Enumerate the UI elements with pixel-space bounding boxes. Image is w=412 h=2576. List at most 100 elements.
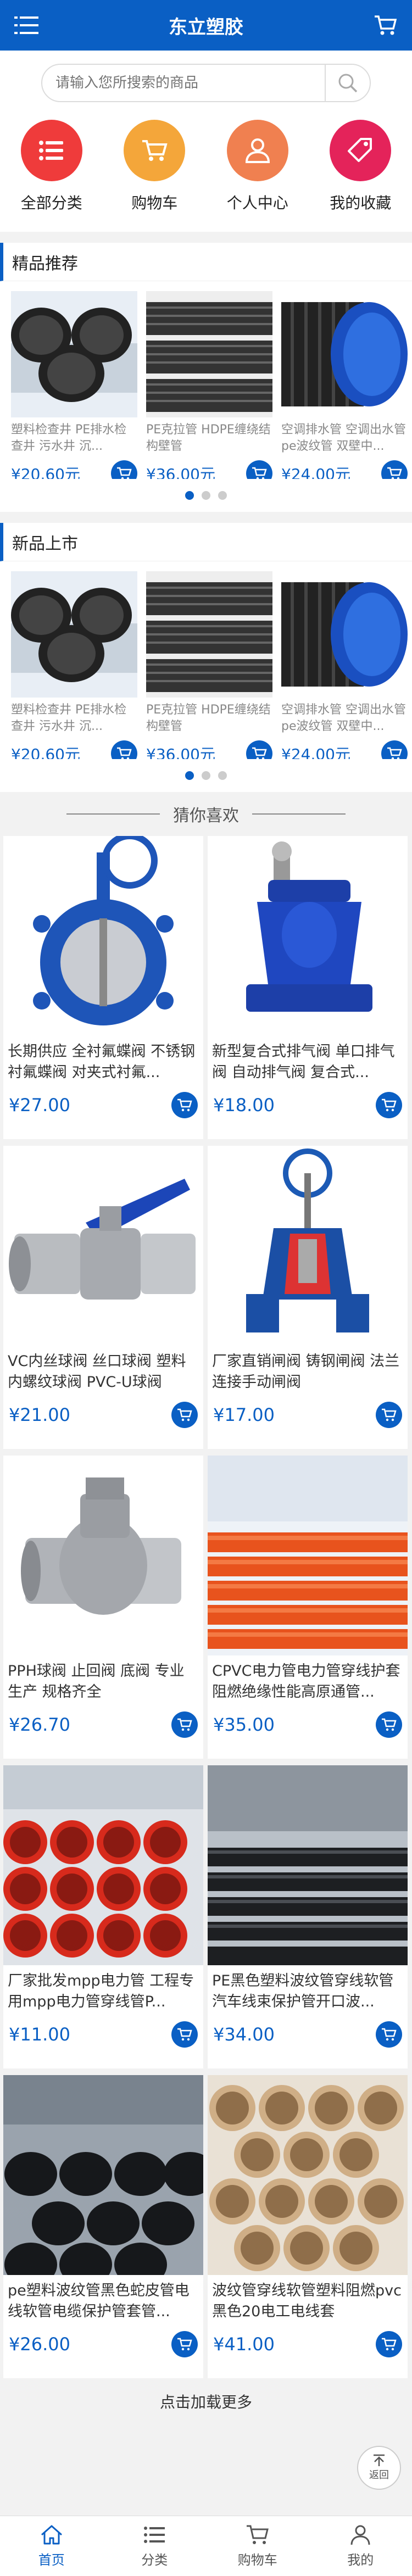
quick-all-categories[interactable]: 全部分类: [10, 120, 93, 213]
product-price: ¥27.00: [9, 1095, 70, 1116]
product-price: ¥11.00: [9, 2024, 70, 2045]
product-name: 塑料检查井 PE排水检查井 污水井 沉...: [11, 423, 127, 453]
product-image: [146, 571, 272, 698]
quick-profile[interactable]: 个人中心: [216, 120, 299, 213]
product-price: ¥24.00元: [281, 745, 350, 759]
cart-icon: [382, 1408, 397, 1421]
product-image: [208, 836, 408, 1036]
slider-dot[interactable]: [218, 491, 227, 500]
search-box: [41, 64, 371, 102]
product-name: CPVC电力管电力管穿线护套阻燃绝缘性能高原通管...: [212, 1663, 400, 1700]
product-card[interactable]: 厂家直销闸阀 铸钢闸阀 法兰连接手动闸阀 ¥17.00: [208, 1146, 408, 1449]
product-card[interactable]: CPVC电力管电力管穿线护套阻燃绝缘性能高原通管... ¥35.00: [208, 1456, 408, 1759]
tab-mine[interactable]: 我的: [319, 2524, 402, 2568]
tab-label: 购物车: [237, 2552, 277, 2568]
add-to-cart-button[interactable]: [246, 740, 272, 759]
add-to-cart-button[interactable]: [376, 1711, 402, 1738]
cart-icon: [382, 1718, 397, 1731]
product-name: 新型复合式排气阀 单口排气阀 自动排气阀 复合式...: [212, 1043, 395, 1081]
slider-dot[interactable]: [202, 771, 210, 780]
add-to-cart-button[interactable]: [381, 740, 408, 759]
cart-icon: [382, 2338, 397, 2351]
add-to-cart-button[interactable]: [171, 1092, 198, 1118]
cart-icon[interactable]: [374, 14, 398, 36]
add-to-cart-button[interactable]: [376, 1092, 402, 1118]
cart-icon: [387, 467, 402, 479]
product-image: [11, 291, 137, 417]
product-card[interactable]: VC内丝球阀 丝口球阀 塑料内螺纹球阀 PVC-U球阀 ¥21.00: [3, 1146, 203, 1449]
product-image: [3, 1765, 203, 1965]
section-title: 精品推荐: [0, 243, 412, 281]
tab-home[interactable]: 首页: [10, 2524, 93, 2568]
product-card[interactable]: 塑料检查井 PE排水检查井 污水井 沉... ¥20.60元: [11, 291, 137, 479]
product-name: PE克拉管 HDPE缠绕结构壁管: [146, 423, 271, 453]
slider-dot[interactable]: [202, 491, 210, 500]
slider-dots: [0, 479, 412, 512]
slider-dot[interactable]: [185, 771, 194, 780]
product-card[interactable]: 长期供应 全衬氟蝶阀 不锈钢衬氟蝶阀 对夹式衬氟... ¥27.00: [3, 836, 203, 1139]
add-to-cart-button[interactable]: [171, 2331, 198, 2357]
quick-cart[interactable]: 购物车: [113, 120, 196, 213]
menu-icon[interactable]: [14, 15, 38, 35]
product-card[interactable]: 空调排水管 空调出水管pe波纹管 双壁中... ¥24.00元: [281, 291, 408, 479]
top-header: 东立塑胶: [0, 0, 412, 51]
tab-label: 分类: [141, 2552, 168, 2568]
search-button[interactable]: [325, 65, 370, 101]
product-card[interactable]: PE克拉管 HDPE缠绕结构壁管 ¥36.00元: [146, 571, 272, 759]
product-card[interactable]: PE克拉管 HDPE缠绕结构壁管 ¥36.00元: [146, 291, 272, 479]
product-card[interactable]: pe塑料波纹管黑色蛇皮管电线软管电缆保护管套管... ¥26.00: [3, 2075, 203, 2378]
arrow-up-icon: [374, 2454, 385, 2466]
cart-icon: [177, 1718, 192, 1731]
add-to-cart-button[interactable]: [376, 2331, 402, 2357]
product-card[interactable]: 新型复合式排气阀 单口排气阀 自动排气阀 复合式... ¥18.00: [208, 836, 408, 1139]
product-image: [146, 291, 272, 417]
cart-icon: [382, 2028, 397, 2041]
product-name: PPH球阀 止回阀 底阀 专业生产 规格齐全: [8, 1663, 185, 1700]
add-to-cart-button[interactable]: [111, 460, 137, 479]
load-more-button[interactable]: 点击加载更多: [0, 2378, 412, 2424]
product-price: ¥21.00: [9, 1404, 70, 1425]
quick-favorites[interactable]: 我的收藏: [319, 120, 402, 213]
product-name: PE黑色塑料波纹管穿线软管汽车线束保护管开口波...: [212, 1972, 394, 2010]
product-image: [3, 836, 203, 1036]
product-price: ¥41.00: [213, 2334, 275, 2355]
product-card[interactable]: 空调排水管 空调出水管pe波纹管 双壁中... ¥24.00元: [281, 571, 408, 759]
add-to-cart-button[interactable]: [376, 2021, 402, 2048]
featured-slider[interactable]: 塑料检查井 PE排水检查井 污水井 沉... ¥20.60元 PE克拉管 HDP…: [0, 281, 412, 479]
product-image: [3, 1456, 203, 1655]
add-to-cart-button[interactable]: [246, 460, 272, 479]
add-to-cart-button[interactable]: [171, 2021, 198, 2048]
search-input[interactable]: [55, 75, 325, 91]
tab-cart[interactable]: 购物车: [216, 2524, 299, 2568]
cart-icon: [177, 2338, 192, 2351]
guess-grid: 长期供应 全衬氟蝶阀 不锈钢衬氟蝶阀 对夹式衬氟... ¥27.00 新型复合式排气…: [0, 836, 412, 2378]
user-icon: [350, 2525, 370, 2545]
add-to-cart-button[interactable]: [376, 1402, 402, 1428]
product-image: [11, 571, 137, 698]
new-arrivals-section: 新品上市 塑料检查井 PE排水检查井 污水井 沉... ¥20.60元 PE克拉…: [0, 523, 412, 792]
cart-icon: [246, 2525, 269, 2544]
divider: [66, 813, 160, 815]
product-card[interactable]: 厂家批发mpp电力管 工程专用mpp电力管穿线管P... ¥11.00: [3, 1765, 203, 2068]
product-name: 空调排水管 空调出水管pe波纹管 双壁中...: [281, 423, 406, 453]
section-title: 新品上市: [0, 523, 412, 561]
add-to-cart-button[interactable]: [171, 1711, 198, 1738]
product-card[interactable]: 波纹管穿线软管塑料阻燃pvc黑色20电工电线套 ¥41.00: [208, 2075, 408, 2378]
slider-dot[interactable]: [185, 491, 194, 500]
product-card[interactable]: 塑料检查井 PE排水检查井 污水井 沉... ¥20.60元: [11, 571, 137, 759]
product-price: ¥26.00: [9, 2334, 70, 2355]
back-to-top-button[interactable]: 返回: [357, 2446, 401, 2490]
slider-dot[interactable]: [218, 771, 227, 780]
product-card[interactable]: PPH球阀 止回阀 底阀 专业生产 规格齐全 ¥26.70: [3, 1456, 203, 1759]
new-arrivals-slider[interactable]: 塑料检查井 PE排水检查井 污水井 沉... ¥20.60元 PE克拉管 HDP…: [0, 561, 412, 759]
product-name: 空调排水管 空调出水管pe波纹管 双壁中...: [281, 703, 406, 733]
home-icon: [41, 2525, 62, 2545]
tab-category[interactable]: 分类: [113, 2524, 196, 2568]
cart-icon: [177, 2028, 192, 2041]
product-card[interactable]: PE黑色塑料波纹管穿线软管汽车线束保护管开口波... ¥34.00: [208, 1765, 408, 2068]
add-to-cart-button[interactable]: [111, 740, 137, 759]
quick-label: 我的收藏: [330, 194, 392, 212]
add-to-cart-button[interactable]: [381, 460, 408, 479]
add-to-cart-button[interactable]: [171, 1402, 198, 1428]
tab-label: 我的: [347, 2552, 374, 2568]
